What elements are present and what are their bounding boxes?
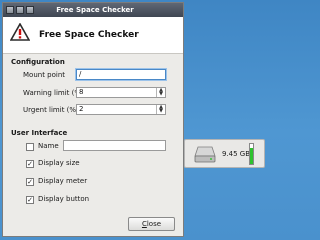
title-bar[interactable]: Free Space Checker	[3, 3, 183, 17]
free-space-meter	[249, 143, 254, 165]
urgent-limit-value: 2	[79, 105, 84, 113]
mount-point-label: Mount point	[23, 71, 66, 79]
warning-icon	[10, 23, 30, 41]
free-space-meter-fill	[250, 147, 253, 164]
window-title: Free Space Checker	[56, 6, 134, 14]
spin-arrows-icon[interactable]: ▲ ▼	[156, 88, 165, 97]
user-interface-heading: User Interface	[11, 129, 68, 137]
mount-point-value: /	[79, 70, 82, 78]
warning-limit-label: Warning limit (%)	[23, 89, 84, 97]
free-space-widget[interactable]: 9.45 GB	[184, 139, 265, 168]
window-menu-button[interactable]	[6, 6, 14, 14]
urgent-limit-spinbox[interactable]: 2 ▲ ▼	[76, 104, 166, 115]
name-input[interactable]	[63, 140, 166, 151]
dialog-window: Free Space Checker Free Space Checker Co…	[2, 2, 184, 237]
close-label-rest: lose	[146, 220, 162, 228]
warning-limit-spinbox[interactable]: 8 ▲ ▼	[76, 87, 166, 98]
display-size-checkbox[interactable]: ✓	[26, 160, 34, 168]
display-meter-label: Display meter	[38, 177, 88, 185]
free-space-value: 9.45 GB	[222, 150, 251, 158]
hard-drive-icon	[194, 146, 216, 163]
display-button-checkbox[interactable]: ✓	[26, 196, 34, 204]
header-title: Free Space Checker	[39, 30, 139, 40]
maximize-button[interactable]	[26, 6, 34, 14]
name-checkbox[interactable]	[26, 143, 34, 151]
name-label: Name	[38, 142, 59, 150]
spin-arrows-icon[interactable]: ▲ ▼	[156, 105, 165, 114]
display-size-label: Display size	[38, 159, 80, 167]
warning-limit-value: 8	[79, 88, 84, 96]
urgent-limit-label: Urgent limit (%)	[23, 106, 79, 114]
display-button-label: Display button	[38, 195, 90, 203]
close-button[interactable]: Close	[128, 217, 175, 231]
dialog-header: Free Space Checker	[3, 17, 183, 54]
configuration-heading: Configuration	[11, 58, 65, 66]
display-meter-checkbox[interactable]: ✓	[26, 178, 34, 186]
mount-point-input[interactable]: /	[76, 69, 166, 80]
minimize-button[interactable]	[16, 6, 24, 14]
